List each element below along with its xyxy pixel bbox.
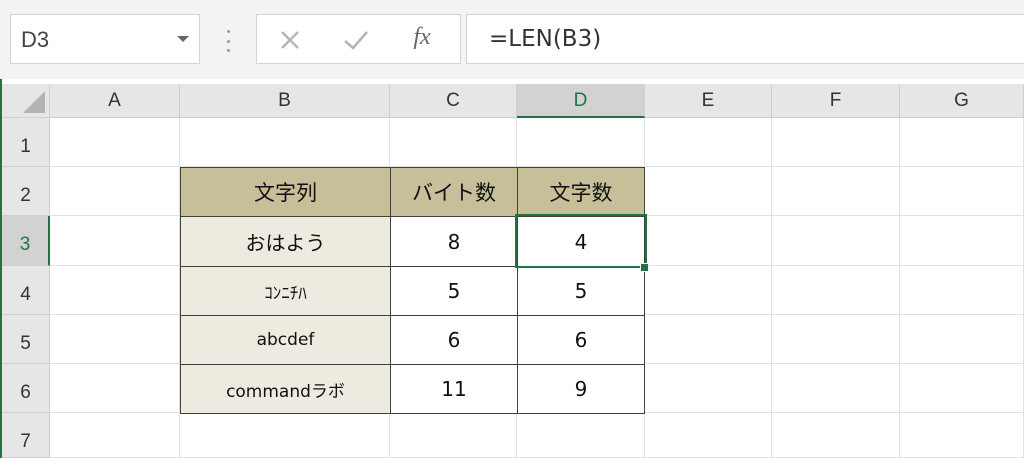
grid-cell[interactable] — [180, 413, 390, 458]
formula-input[interactable]: =LEN(B3) — [466, 14, 1024, 64]
table-cell[interactable]: 6 — [517, 315, 645, 365]
grid-cell[interactable] — [772, 266, 900, 315]
grid-cell[interactable] — [772, 413, 900, 458]
grid-cell[interactable] — [900, 167, 1024, 216]
grid-cell[interactable] — [645, 167, 772, 216]
table-header-cell[interactable]: 文字列 — [180, 167, 391, 217]
grid-cell[interactable] — [772, 167, 900, 216]
grid-cell[interactable] — [900, 216, 1024, 266]
row-header-5[interactable]: 5 — [2, 315, 50, 364]
row-header-4[interactable]: 4 — [2, 266, 50, 315]
column-header-f[interactable]: F — [772, 84, 900, 118]
grid-cell[interactable] — [772, 315, 900, 364]
close-icon[interactable] — [275, 27, 305, 53]
active-cell-border — [515, 214, 647, 268]
formula-toolbar: D3 fx =LEN(B3) — [0, 0, 1024, 79]
grid-cell[interactable] — [517, 413, 645, 458]
grid-cell[interactable] — [50, 413, 180, 458]
grid-cell[interactable] — [180, 118, 390, 167]
row-header-1[interactable]: 1 — [2, 118, 50, 167]
table-cell[interactable]: 11 — [390, 364, 518, 414]
grid-cell[interactable] — [50, 216, 180, 266]
grid-cell[interactable] — [517, 118, 645, 167]
column-header-g[interactable]: G — [900, 84, 1024, 118]
formula-buttons: fx — [256, 14, 461, 64]
grid-cell[interactable] — [772, 118, 900, 167]
drag-handle-icon[interactable] — [226, 30, 230, 52]
column-header-e[interactable]: E — [645, 84, 772, 118]
select-all-button[interactable] — [2, 84, 50, 118]
table-header-cell[interactable]: 文字数 — [517, 167, 645, 217]
grid-cell[interactable] — [900, 118, 1024, 167]
check-icon[interactable] — [341, 27, 371, 53]
grid-cell[interactable] — [645, 413, 772, 458]
grid-cell[interactable] — [645, 118, 772, 167]
table-cell[interactable]: 9 — [517, 364, 645, 414]
table-cell[interactable]: abcdef — [180, 315, 391, 365]
grid-cell[interactable] — [645, 216, 772, 266]
table-cell[interactable]: 5 — [390, 266, 518, 316]
grid-cell[interactable] — [390, 413, 517, 458]
column-header-a[interactable]: A — [50, 84, 180, 118]
grid-cell[interactable] — [50, 364, 180, 413]
table-cell[interactable]: 8 — [390, 216, 518, 267]
grid-cell[interactable] — [900, 315, 1024, 364]
grid-cell[interactable] — [50, 118, 180, 167]
grid-cell[interactable] — [645, 315, 772, 364]
column-header-d[interactable]: D — [517, 84, 645, 118]
table-cell[interactable]: 5 — [517, 266, 645, 316]
grid-cell[interactable] — [390, 118, 517, 167]
row-header-3[interactable]: 3 — [2, 216, 50, 266]
column-header-c[interactable]: C — [390, 84, 517, 118]
grid-cell[interactable] — [900, 364, 1024, 413]
column-header-b[interactable]: B — [180, 84, 390, 118]
grid-cell[interactable] — [50, 315, 180, 364]
table-header-cell[interactable]: バイト数 — [390, 167, 518, 217]
select-all-icon — [23, 91, 45, 113]
table-cell[interactable]: 6 — [390, 315, 518, 365]
grid-cell[interactable] — [772, 216, 900, 266]
table-cell[interactable]: commandラボ — [180, 364, 391, 414]
grid-cell[interactable] — [645, 266, 772, 315]
grid-cell[interactable] — [645, 364, 772, 413]
table-cell[interactable]: ｺﾝﾆﾁﾊ — [180, 266, 391, 316]
fill-handle[interactable] — [640, 263, 649, 272]
name-box[interactable]: D3 — [10, 14, 200, 64]
row-header-7[interactable]: 7 — [2, 413, 50, 458]
grid-cell[interactable] — [50, 266, 180, 315]
row-header-6[interactable]: 6 — [2, 364, 50, 413]
name-box-value: D3 — [21, 27, 50, 52]
grid-cell[interactable] — [900, 266, 1024, 315]
chevron-down-icon[interactable] — [177, 36, 189, 42]
formula-value: =LEN(B3) — [489, 26, 602, 52]
function-icon[interactable]: fx — [407, 24, 437, 50]
grid-cell[interactable] — [50, 167, 180, 216]
row-header-2[interactable]: 2 — [2, 167, 50, 216]
grid-cell[interactable] — [900, 413, 1024, 458]
grid-cell[interactable] — [772, 364, 900, 413]
table-cell[interactable]: おはよう — [180, 216, 391, 267]
